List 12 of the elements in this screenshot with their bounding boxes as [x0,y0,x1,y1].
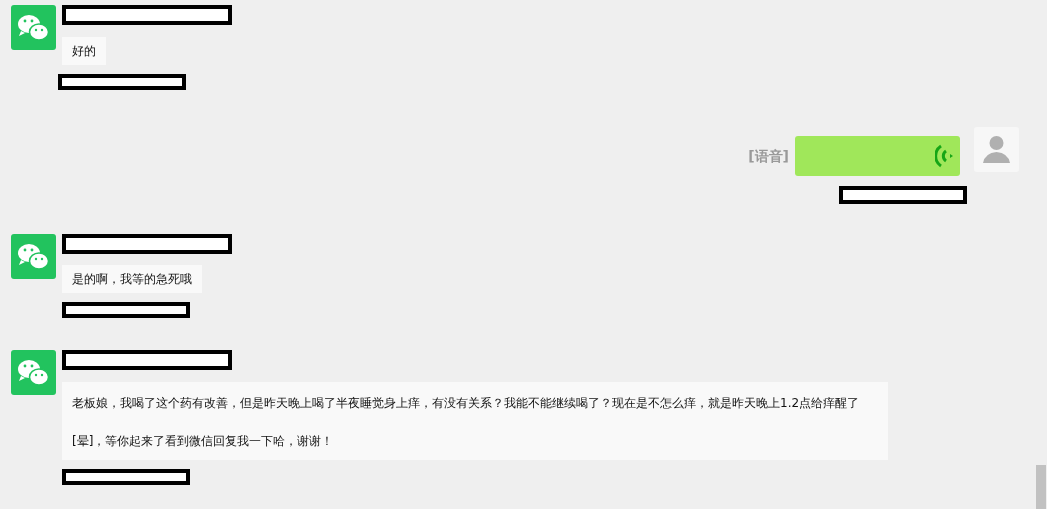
message-text: 好的 [72,43,96,60]
voice-message-bubble[interactable] [795,136,960,176]
user-avatar-icon [974,127,1019,172]
chat-app-icon [11,350,56,395]
chat-app-icon [11,5,56,50]
sound-wave-icon [935,143,955,169]
message-text: 老板娘，我喝了这个药有改善，但是昨天晚上喝了半夜睡觉身上痒，有没有关系？我能不能继续喝了？现在是不怎么痒，就是昨天晚上1.2点给痒醒了 [72,395,861,412]
scrollbar-thumb[interactable] [1036,465,1046,509]
message-text: 是的啊，我等的急死哦 [72,271,192,288]
message-text: [晕]，等你起来了看到微信回复我一下哈，谢谢！ [72,433,335,450]
chat-app-icon [11,234,56,279]
voice-label: [语音] [748,148,789,166]
